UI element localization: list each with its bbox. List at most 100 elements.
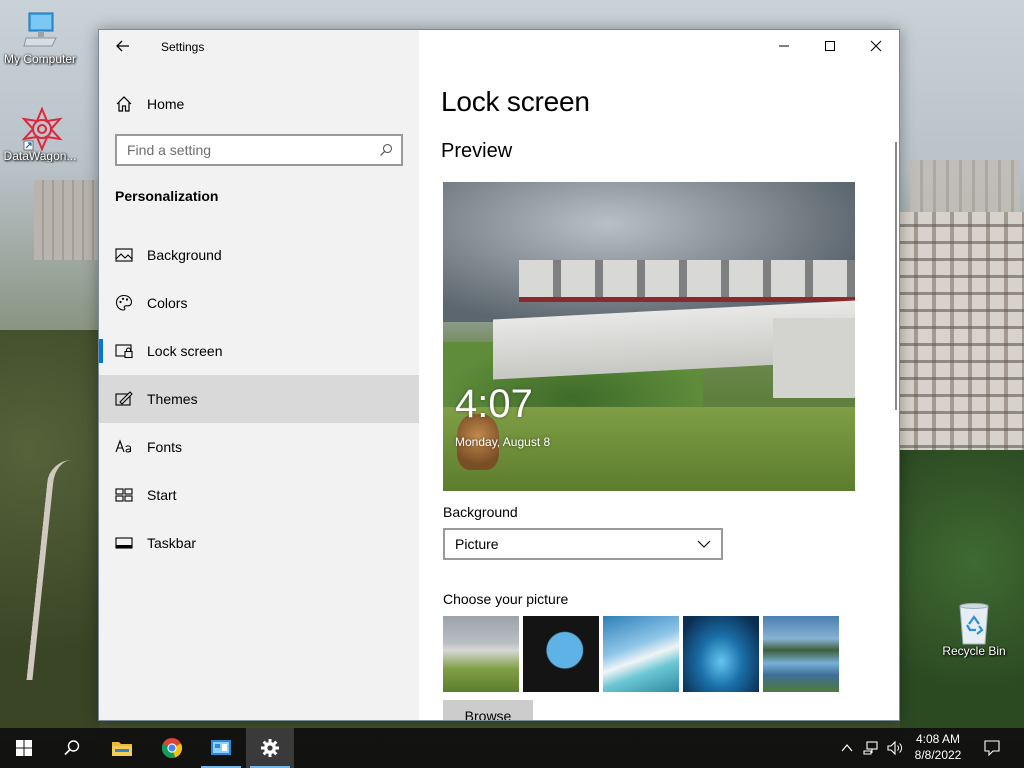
back-button[interactable]: [113, 36, 133, 56]
background-field-label: Background: [443, 504, 518, 520]
background-building: [910, 160, 1020, 212]
sidebar-item-themes[interactable]: Themes: [99, 375, 419, 423]
home-label: Home: [147, 96, 185, 112]
volume-button[interactable]: [884, 728, 906, 768]
notification-icon: [984, 740, 1000, 756]
sidebar-item-label: Colors: [147, 295, 188, 311]
minimize-icon: [779, 45, 789, 47]
back-arrow-icon: [116, 40, 129, 52]
background-dropdown[interactable]: Picture: [443, 528, 723, 560]
home-icon: [116, 96, 132, 112]
desktop-icon-datawagon[interactable]: DataWagon...: [0, 106, 80, 163]
chrome-button[interactable]: [148, 728, 196, 768]
picture-thumbnail[interactable]: [763, 616, 839, 692]
preview-monument-block: [773, 318, 855, 398]
sidebar-item-start[interactable]: Start: [99, 471, 419, 519]
section-title: Personalization: [115, 188, 219, 204]
sidebar: Settings Home Personalization Background: [99, 30, 419, 720]
background-dropdown-value: Picture: [455, 536, 499, 552]
search-icon: [64, 740, 80, 756]
sidebar-item-label: Background: [147, 247, 222, 263]
maximize-icon: [825, 41, 835, 51]
network-icon: [863, 741, 878, 755]
start-button[interactable]: [0, 728, 48, 768]
sidebar-nav: Background Colors Lock screen Themes Fon…: [99, 231, 419, 567]
desktop-icon-label: Recycle Bin: [942, 644, 1006, 658]
minimize-button[interactable]: [761, 30, 807, 62]
app-title: Settings: [161, 40, 205, 54]
sidebar-item-label: Taskbar: [147, 535, 197, 551]
control-panel-button[interactable]: [197, 728, 245, 768]
picture-icon: [115, 246, 133, 264]
palette-icon: [115, 294, 133, 312]
search-taskbar-button[interactable]: [48, 728, 96, 768]
search-input[interactable]: [117, 136, 367, 164]
chrome-icon: [161, 738, 183, 758]
sidebar-item-fonts[interactable]: Fonts: [99, 423, 419, 471]
background-trees: [900, 450, 1024, 730]
sidebar-item-label: Fonts: [147, 439, 183, 455]
picture-thumbnail[interactable]: [523, 616, 599, 692]
chevron-down-icon: [697, 540, 711, 548]
browse-button[interactable]: Browse: [443, 700, 533, 720]
search-icon: [380, 143, 393, 156]
computer-icon: [20, 10, 60, 50]
clock[interactable]: 4:08 AM 8/8/2022: [904, 731, 972, 763]
lock-screen-icon: [115, 342, 133, 360]
gear-icon: [261, 739, 279, 757]
desktop-icon-recycle-bin[interactable]: Recycle Bin: [934, 602, 1014, 658]
fonts-icon: [115, 438, 133, 456]
settings-window: Settings Home Personalization Background: [98, 29, 900, 721]
preview-heading: Preview: [441, 140, 513, 162]
sidebar-item-background[interactable]: Background: [99, 231, 419, 279]
network-button[interactable]: [860, 728, 882, 768]
control-panel-icon: [211, 740, 231, 755]
window-controls: [761, 30, 899, 62]
sidebar-item-colors[interactable]: Colors: [99, 279, 419, 327]
sidebar-item-label: Start: [147, 487, 177, 503]
windows-logo-icon: [16, 740, 32, 756]
background-building: [34, 180, 98, 260]
sidebar-item-lock-screen[interactable]: Lock screen: [99, 327, 419, 375]
picture-thumbnail[interactable]: [603, 616, 679, 692]
show-hidden-icons-button[interactable]: [836, 728, 858, 768]
chevron-up-icon: [841, 744, 853, 752]
scrollbar[interactable]: [895, 142, 897, 410]
title-bar: Settings: [99, 30, 419, 62]
background-building: [900, 212, 1024, 462]
page-title: Lock screen: [441, 86, 590, 117]
maximize-button[interactable]: [807, 30, 853, 62]
speaker-icon: [887, 741, 902, 755]
picture-thumbnail[interactable]: [443, 616, 519, 692]
file-explorer-button[interactable]: [98, 728, 146, 768]
taskbar-icon: [115, 534, 133, 552]
settings-taskbar-button[interactable]: [246, 728, 294, 768]
picture-thumbnails: [443, 616, 839, 692]
folder-icon: [112, 742, 132, 756]
preview-date: Monday, August 8: [455, 435, 551, 449]
choose-picture-label: Choose your picture: [443, 591, 569, 607]
home-nav-item[interactable]: Home: [115, 92, 184, 116]
close-icon: [870, 40, 882, 52]
content-pane: Lock screen Preview 4:07 Monday, August …: [419, 30, 899, 720]
desktop-icon-my-computer[interactable]: My Computer: [0, 10, 80, 66]
sidebar-item-label: Lock screen: [147, 343, 223, 359]
sidebar-item-taskbar[interactable]: Taskbar: [99, 519, 419, 567]
lock-screen-preview: 4:07 Monday, August 8: [443, 182, 855, 491]
start-icon: [115, 486, 133, 504]
preview-monument-letters: [519, 260, 855, 302]
datawagon-logo-icon: [20, 106, 63, 152]
close-button[interactable]: [853, 30, 899, 62]
search-box[interactable]: [115, 134, 403, 166]
preview-time: 4:07: [455, 382, 533, 426]
taskbar: 4:08 AM 8/8/2022: [0, 728, 1024, 768]
picture-thumbnail[interactable]: [683, 616, 759, 692]
recycle-bin-icon: [954, 602, 994, 645]
desktop-icon-label: DataWagon...: [3, 149, 77, 163]
themes-icon: [115, 390, 133, 408]
clock-date: 8/8/2022: [914, 748, 962, 762]
desktop-icon-label: My Computer: [3, 52, 77, 66]
sidebar-item-label: Themes: [147, 391, 198, 407]
action-center-button[interactable]: [978, 728, 1006, 768]
clock-time: 4:08 AM: [915, 732, 961, 746]
